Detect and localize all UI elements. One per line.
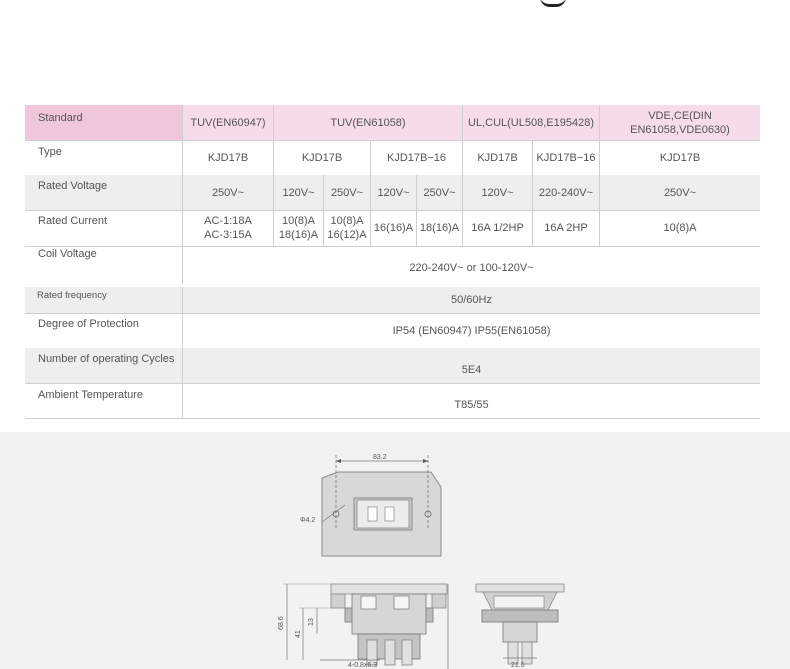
dimension-drawing: 83.2 Φ4.2 68.6 41 13 4-0.8x6.3 21.6: [278, 454, 565, 669]
side-view: 21.6: [475, 583, 565, 669]
dim-side-width: 21.6: [511, 662, 525, 669]
front-view: 68.6 41 13 4-0.8x6.3: [278, 583, 449, 669]
dim-height-mid: 41: [295, 630, 302, 638]
dim-top-width: 83.2: [373, 454, 387, 461]
dim-hole-spec: 4-0.8x6.3: [348, 662, 377, 669]
top-view: 83.2 Φ4.2: [300, 454, 442, 557]
dim-hole-dia: Φ4.2: [300, 517, 315, 524]
dim-height-small: 13: [308, 618, 315, 626]
dim-height-total: 68.6: [278, 616, 285, 630]
